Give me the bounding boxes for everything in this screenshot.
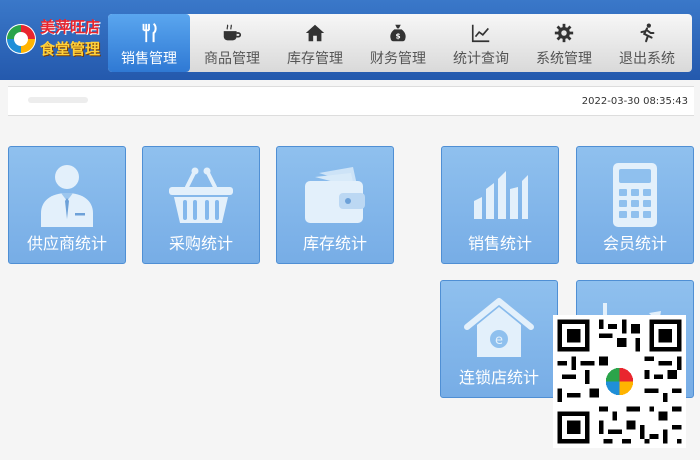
nav-label-system: 系统管理 bbox=[536, 51, 592, 67]
tile-label-sales-stats: 销售统计 bbox=[467, 234, 532, 253]
nav-label-inventory: 库存管理 bbox=[287, 51, 343, 67]
tile-label-supplier-stats: 供应商统计 bbox=[26, 234, 107, 253]
status-bar: 2022-03-30 08:35:43 bbox=[8, 86, 694, 116]
bar-chart-icon bbox=[474, 171, 528, 219]
qr-code-overlay bbox=[553, 315, 686, 448]
tile-label-chain-store-stats: 连锁店统计 bbox=[458, 368, 539, 387]
calculator-icon bbox=[613, 163, 657, 227]
brand-name-line2: 食堂管理 bbox=[40, 40, 101, 58]
nav-label-statistics: 统计查询 bbox=[453, 51, 509, 67]
nav-item-inventory[interactable]: 库存管理 bbox=[274, 14, 356, 72]
tile-supplier-stats[interactable]: 供应商统计 bbox=[8, 146, 126, 264]
nav-label-exit: 退出系统 bbox=[619, 51, 675, 67]
nav-item-finance[interactable]: $ 财务管理 bbox=[357, 14, 439, 72]
brand-logo: 美萍旺店 食堂管理 bbox=[0, 0, 110, 80]
house-icon bbox=[305, 24, 325, 42]
app-window: 美萍旺店 食堂管理 销售管理 商品管理 库存管理 $ 财务管理 统计查询 系统管… bbox=[0, 0, 700, 460]
svg-text:$: $ bbox=[395, 32, 400, 41]
tile-member-stats[interactable]: 会员统计 bbox=[576, 146, 694, 264]
header-bar: 美萍旺店 食堂管理 销售管理 商品管理 库存管理 $ 财务管理 统计查询 系统管… bbox=[0, 0, 700, 80]
gear-icon bbox=[554, 23, 574, 43]
business-person-icon bbox=[41, 165, 93, 227]
running-person-icon bbox=[640, 23, 655, 43]
nav-label-sales: 销售管理 bbox=[121, 51, 177, 67]
nav-item-exit[interactable]: 退出系统 bbox=[606, 14, 688, 72]
nav-label-finance: 财务管理 bbox=[370, 51, 426, 67]
tile-purchase-stats[interactable]: 采购统计 bbox=[142, 146, 260, 264]
chain-store-house-icon: e bbox=[464, 298, 534, 357]
fork-knife-icon bbox=[142, 22, 157, 43]
wallet-icon bbox=[305, 167, 365, 223]
qr-code-icon bbox=[553, 315, 686, 448]
coffee-cup-icon bbox=[223, 24, 242, 41]
nav-item-system[interactable]: 系统管理 bbox=[523, 14, 605, 72]
svg-text:e: e bbox=[495, 333, 503, 348]
current-datetime: 2022-03-30 08:35:43 bbox=[581, 96, 688, 107]
money-bag-icon: $ bbox=[390, 24, 406, 42]
tile-label-purchase-stats: 采购统计 bbox=[168, 234, 233, 253]
tile-sales-stats[interactable]: 销售统计 bbox=[441, 146, 559, 264]
nav-label-products: 商品管理 bbox=[204, 51, 260, 67]
nav-item-statistics[interactable]: 统计查询 bbox=[440, 14, 522, 72]
brand-name-line1: 美萍旺店 bbox=[40, 18, 101, 36]
line-chart-icon bbox=[471, 24, 490, 43]
tile-label-inventory-stats: 库存统计 bbox=[302, 234, 367, 253]
status-placeholder bbox=[28, 97, 88, 103]
nav-item-sales[interactable]: 销售管理 bbox=[108, 14, 190, 72]
tile-label-member-stats: 会员统计 bbox=[602, 234, 667, 253]
nav-item-products[interactable]: 商品管理 bbox=[191, 14, 273, 72]
tile-chain-store-stats[interactable]: e 连锁店统计 bbox=[440, 280, 558, 398]
basket-icon bbox=[169, 167, 233, 223]
brand-logo-icon bbox=[6, 24, 36, 54]
top-nav: 销售管理 商品管理 库存管理 $ 财务管理 统计查询 系统管理 退出系统 bbox=[108, 14, 692, 72]
tile-inventory-stats[interactable]: 库存统计 bbox=[276, 146, 394, 264]
